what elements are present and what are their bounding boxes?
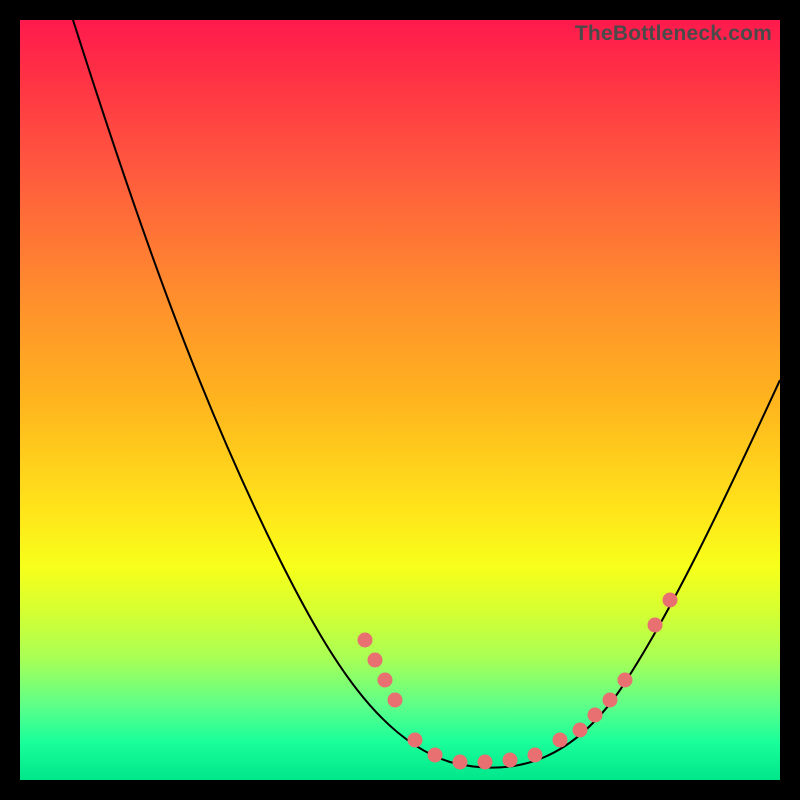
dots-group — [358, 593, 677, 769]
data-point — [528, 748, 542, 762]
data-point — [378, 673, 392, 687]
data-point — [648, 618, 662, 632]
data-point — [368, 653, 382, 667]
data-point — [618, 673, 632, 687]
data-point — [428, 748, 442, 762]
data-point — [408, 733, 422, 747]
data-point — [588, 708, 602, 722]
chart-svg — [20, 20, 780, 780]
data-point — [388, 693, 402, 707]
chart-frame: TheBottleneck.com — [20, 20, 780, 780]
data-point — [478, 755, 492, 769]
data-point — [603, 693, 617, 707]
data-point — [553, 733, 567, 747]
curve-line — [73, 20, 780, 768]
data-point — [573, 723, 587, 737]
watermark-text: TheBottleneck.com — [575, 22, 772, 46]
data-point — [503, 753, 517, 767]
data-point — [358, 633, 372, 647]
data-point — [663, 593, 677, 607]
data-point — [453, 755, 467, 769]
